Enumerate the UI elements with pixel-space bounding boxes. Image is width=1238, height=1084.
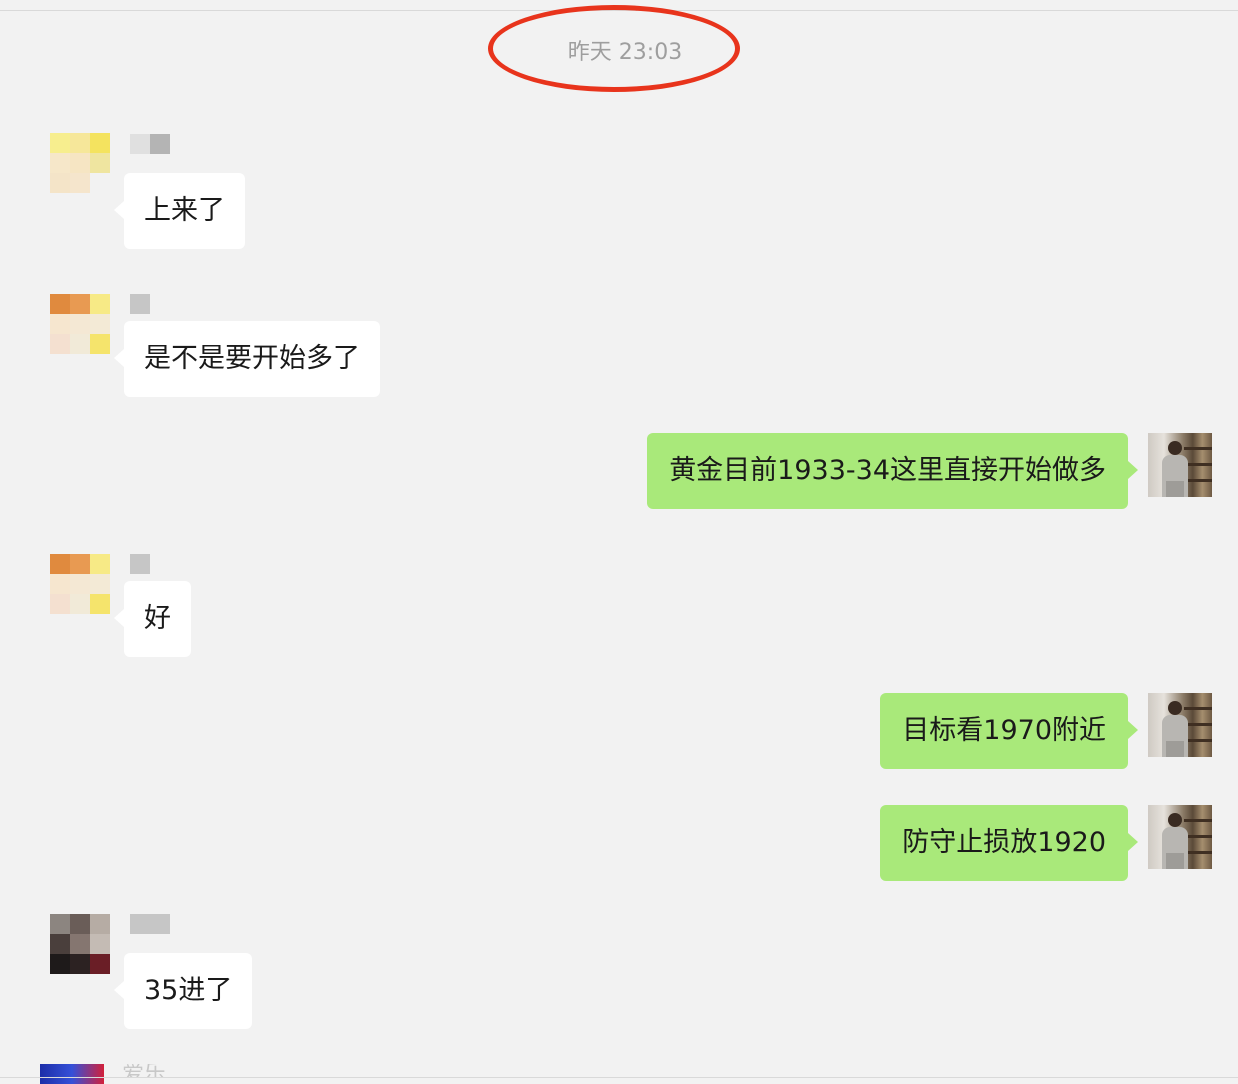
message-bubble-outgoing[interactable]: 黄金目前1933-34这里直接开始做多 [647,433,1138,509]
self-avatar[interactable] [1148,433,1212,497]
message-bubble-outgoing[interactable]: 防守止损放1920 [880,805,1138,881]
red-annotation-circle [488,5,740,92]
sender-name-blurred [130,134,170,154]
sender-avatar[interactable] [50,914,110,974]
sender-avatar-partial[interactable] [40,1064,104,1084]
sender-avatar[interactable] [50,554,110,614]
self-avatar[interactable] [1148,805,1212,869]
message-bubble-incoming[interactable]: 上来了 [114,173,245,249]
sender-avatar[interactable] [50,133,110,193]
sender-name-blurred [130,554,150,574]
bottom-divider [0,1077,1238,1078]
sender-name-partial: 爱乐 [122,1064,167,1078]
message-bubble-incoming[interactable]: 是不是要开始多了 [114,321,380,397]
message-bubble-outgoing[interactable]: 目标看1970附近 [880,693,1138,769]
sender-name-blurred [130,294,150,314]
self-avatar[interactable] [1148,693,1212,757]
sender-avatar[interactable] [50,294,110,354]
message-bubble-incoming[interactable]: 35进了 [113,953,253,1029]
sender-name-blurred [130,914,170,934]
message-bubble-incoming[interactable]: 好 [114,581,191,657]
